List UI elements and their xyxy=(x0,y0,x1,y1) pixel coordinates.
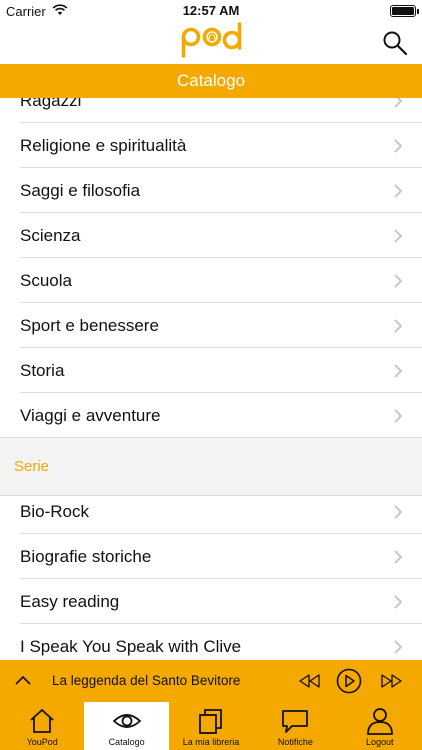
category-label: Sport e benessere xyxy=(20,316,159,335)
now-playing-title[interactable]: La leggenda del Santo Bevitore xyxy=(52,660,240,702)
category-row-ragazzi[interactable]: Ragazzi xyxy=(0,98,422,123)
rewind-icon[interactable] xyxy=(297,673,323,689)
category-row-viaggi[interactable]: Viaggi e avventure xyxy=(0,393,422,438)
chevron-right-icon xyxy=(394,274,403,288)
library-icon xyxy=(199,709,222,734)
category-label: Saggi e filosofia xyxy=(20,181,141,200)
play-icon[interactable] xyxy=(336,668,362,694)
tab-catalogo[interactable]: Catalogo xyxy=(84,702,169,750)
tab-label: Catalogo xyxy=(108,737,145,747)
tab-youpod[interactable]: YouPod xyxy=(0,702,84,750)
category-row-storia[interactable]: Storia xyxy=(0,348,422,393)
chevron-right-icon xyxy=(394,550,403,564)
tab-label: Notifiche xyxy=(277,737,313,747)
category-label: Storia xyxy=(20,361,65,380)
category-label: Scienza xyxy=(20,226,81,245)
tab-notifiche[interactable]: Notifiche xyxy=(253,702,337,750)
catalog-list[interactable]: Ragazzi Religione e spiritualità Saggi e… xyxy=(0,98,422,660)
series-label: Bio-Rock xyxy=(20,502,89,521)
series-row-easy-reading[interactable]: Easy reading xyxy=(0,579,422,624)
category-row-sport[interactable]: Sport e benessere xyxy=(0,303,422,348)
battery-icon xyxy=(390,5,419,17)
series-label: Biografie storiche xyxy=(20,547,152,566)
section-header-serie: Serie xyxy=(14,458,50,475)
fast-forward-icon[interactable] xyxy=(378,673,404,689)
series-row-bio-rock[interactable]: Bio-Rock xyxy=(0,489,422,534)
pod-logo xyxy=(181,22,242,58)
tab-label: Logout xyxy=(366,737,394,747)
category-row-scienza[interactable]: Scienza xyxy=(0,213,422,258)
chevron-right-icon xyxy=(394,505,403,519)
tab-bar: YouPod Catalogo La mia libreria Notifich… xyxy=(0,702,422,750)
home-icon xyxy=(30,709,54,733)
user-icon xyxy=(366,708,393,735)
clock: 12:57 AM xyxy=(182,3,240,18)
series-label: I Speak You Speak with Clive xyxy=(20,637,242,656)
chevron-right-icon xyxy=(394,139,403,153)
chevron-right-icon xyxy=(394,595,403,609)
chevron-right-icon xyxy=(394,409,403,423)
chevron-right-icon xyxy=(394,319,403,333)
tab-label: YouPod xyxy=(26,737,58,747)
tab-la-mia-libreria[interactable]: La mia libreria xyxy=(169,702,253,750)
chevron-right-icon xyxy=(394,98,403,108)
series-label: Easy reading xyxy=(20,592,120,611)
category-label: Viaggi e avventure xyxy=(20,406,161,425)
tab-logout[interactable]: Logout xyxy=(338,702,422,750)
chevron-right-icon xyxy=(394,364,403,378)
chat-bubble-icon xyxy=(282,710,309,733)
chevron-right-icon xyxy=(394,640,403,654)
status-bar: Carrier 12:57 AM xyxy=(0,0,422,22)
series-row-i-speak[interactable]: I Speak You Speak with Clive xyxy=(0,624,422,660)
series-section: Serie xyxy=(0,438,422,496)
category-row-scuola[interactable]: Scuola xyxy=(0,258,422,303)
category-label: Religione e spiritualità xyxy=(20,136,187,155)
category-row-religione[interactable]: Religione e spiritualità xyxy=(0,123,422,168)
chevron-right-icon xyxy=(394,184,403,198)
app-header xyxy=(0,22,422,64)
tab-label: La mia libreria xyxy=(182,737,240,747)
mini-player: La leggenda del Santo Bevitore xyxy=(0,660,422,702)
chevron-up-icon[interactable] xyxy=(12,672,34,688)
category-label: Ragazzi xyxy=(20,98,82,110)
category-row-saggi[interactable]: Saggi e filosofia xyxy=(0,168,422,213)
series-row-biografie[interactable]: Biografie storiche xyxy=(0,534,422,579)
eye-icon xyxy=(112,714,141,728)
category-label: Scuola xyxy=(20,271,72,290)
chevron-right-icon xyxy=(394,229,403,243)
search-icon[interactable] xyxy=(380,28,410,58)
page-title: Catalogo xyxy=(0,64,422,98)
